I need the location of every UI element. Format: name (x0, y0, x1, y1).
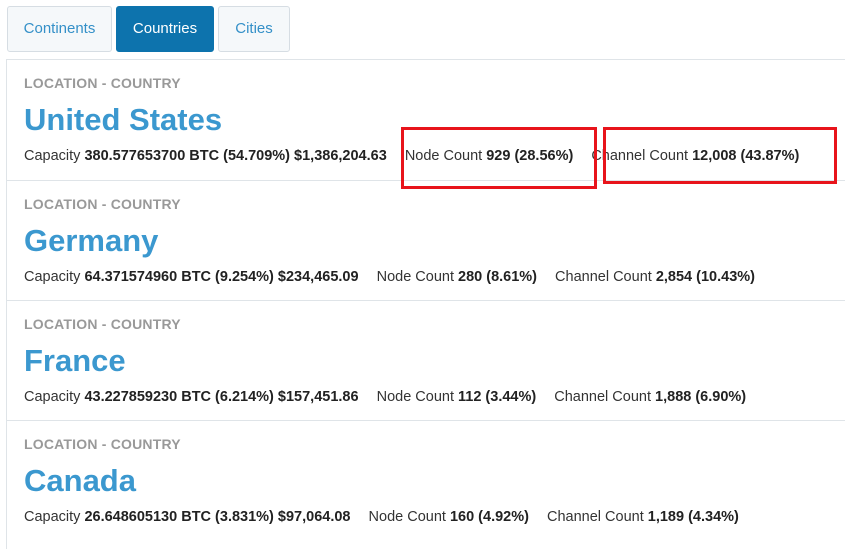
tab-continents[interactable]: Continents (7, 6, 112, 52)
tab-cities[interactable]: Cities (218, 6, 290, 52)
list-item: LOCATION - COUNTRY France Capacity 43.22… (7, 300, 845, 420)
country-name-link[interactable]: France (24, 343, 126, 379)
capacity-label: Capacity (24, 389, 81, 405)
tab-countries[interactable]: Countries (116, 6, 214, 52)
country-stats: Capacity 64.371574960 BTC (9.254%) $234,… (24, 269, 755, 285)
channel-count-value: 1,888 (6.90%) (655, 389, 747, 405)
location-type-label: LOCATION - COUNTRY (24, 436, 181, 452)
node-count-value: 112 (3.44%) (458, 389, 537, 405)
list-item: LOCATION - COUNTRY Canada Capacity 26.64… (7, 420, 845, 540)
node-count-label: Node Count (404, 148, 483, 164)
country-stats: Capacity 26.648605130 BTC (3.831%) $97,0… (24, 509, 739, 525)
channel-count-label: Channel Count (555, 269, 652, 285)
country-name-link[interactable]: Germany (24, 223, 158, 259)
node-count-label: Node Count (368, 509, 446, 525)
channel-count-value: 2,854 (10.43%) (655, 269, 755, 285)
capacity-btc: 64.371574960 BTC (9.254%) (84, 269, 274, 285)
channel-count-value: 1,189 (4.34%) (647, 509, 739, 525)
channel-count-label: Channel Count (554, 389, 651, 405)
channel-count-label: Channel Count (546, 509, 644, 525)
node-count-label: Node Count (376, 389, 454, 405)
capacity-usd: $97,064.08 (277, 509, 351, 525)
capacity-usd: $157,451.86 (277, 389, 359, 405)
capacity-usd: $1,386,204.63 (294, 148, 387, 164)
channel-count-value: 12,008 (43.87%) (692, 148, 800, 164)
location-type-label: LOCATION - COUNTRY (24, 75, 181, 91)
capacity-btc: 380.577653700 BTC (54.709%) (84, 148, 291, 164)
capacity-label: Capacity (24, 148, 81, 164)
tab-bar: Continents Countries Cities (0, 0, 845, 60)
capacity-usd: $234,465.09 (277, 269, 359, 285)
country-name-link[interactable]: United States (24, 102, 222, 138)
country-stats: Capacity 43.227859230 BTC (6.214%) $157,… (24, 389, 746, 405)
capacity-label: Capacity (24, 509, 81, 525)
country-name-link[interactable]: Canada (24, 463, 136, 499)
capacity-btc: 26.648605130 BTC (3.831%) (84, 509, 274, 525)
capacity-btc: 43.227859230 BTC (6.214%) (84, 389, 274, 405)
channel-count-label: Channel Count (591, 148, 689, 164)
node-count-value: 929 (28.56%) (486, 148, 574, 164)
location-type-label: LOCATION - COUNTRY (24, 196, 181, 212)
country-list: LOCATION - COUNTRY United States Capacit… (6, 59, 845, 549)
list-item: LOCATION - COUNTRY Germany Capacity 64.3… (7, 180, 845, 300)
location-type-label: LOCATION - COUNTRY (24, 316, 181, 332)
node-count-value: 160 (4.92%) (449, 509, 529, 525)
node-count-label: Node Count (376, 269, 454, 285)
capacity-label: Capacity (24, 269, 81, 285)
node-count-value: 280 (8.61%) (458, 269, 538, 285)
list-item: LOCATION - COUNTRY United States Capacit… (7, 60, 845, 180)
country-stats: Capacity 380.577653700 BTC (54.709%) $1,… (24, 148, 799, 164)
